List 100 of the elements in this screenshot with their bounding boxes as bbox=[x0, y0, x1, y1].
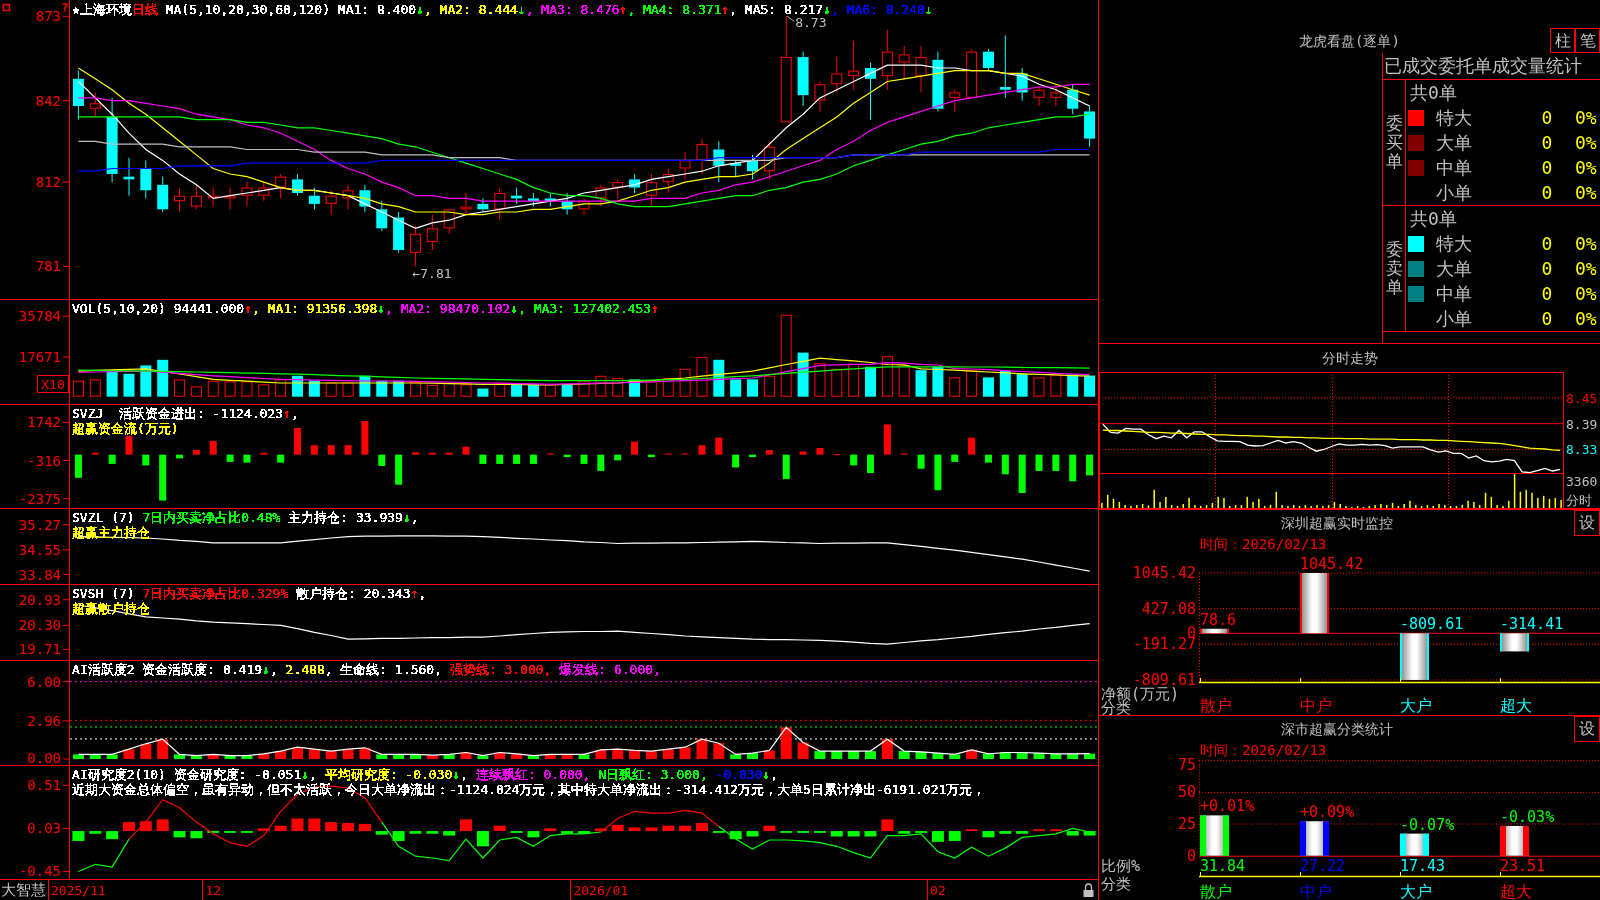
count-value: 0 bbox=[1540, 107, 1554, 128]
candle-body bbox=[1033, 89, 1045, 98]
chart-bar bbox=[968, 437, 976, 455]
chart-bar bbox=[984, 454, 992, 463]
unit-badge: X10 bbox=[37, 375, 69, 393]
candle-body bbox=[679, 160, 691, 169]
axis-label: 35784 bbox=[18, 308, 61, 325]
annotation-text: ←7.81 bbox=[412, 266, 452, 282]
chart-bar bbox=[106, 754, 118, 760]
chart-bar bbox=[72, 754, 84, 760]
chart-bar bbox=[612, 378, 624, 397]
candle-wick bbox=[684, 151, 686, 180]
chart-bar bbox=[763, 825, 776, 832]
candle-wick bbox=[364, 184, 366, 213]
group-label: 委买单 bbox=[1385, 114, 1403, 171]
axis-label: 17671 bbox=[18, 348, 61, 365]
row-label: 特大 bbox=[1436, 107, 1473, 128]
legend-text: , bbox=[309, 767, 318, 782]
chart-bar bbox=[765, 450, 773, 455]
chart-bar bbox=[192, 450, 200, 455]
candle-body bbox=[376, 209, 388, 229]
chart-bar bbox=[816, 448, 824, 455]
chart-bar bbox=[747, 379, 759, 397]
chart-bar bbox=[612, 749, 624, 760]
chart-bar bbox=[89, 379, 101, 397]
count-value: 0 bbox=[1540, 233, 1554, 254]
candle-wick bbox=[1021, 67, 1023, 102]
view-button[interactable]: 柱 bbox=[1550, 28, 1575, 53]
candle-wick bbox=[667, 168, 669, 194]
help-button[interactable]: ? bbox=[61, 0, 69, 15]
legend-text: 强势线: 3.000, bbox=[449, 662, 553, 677]
candle-wick bbox=[650, 173, 652, 208]
chart-bar bbox=[426, 831, 439, 834]
legend-text: ↓ bbox=[452, 767, 461, 782]
chart-bar bbox=[730, 754, 742, 760]
candle-body bbox=[140, 168, 152, 191]
candle-wick bbox=[1004, 34, 1006, 99]
candle-wick bbox=[937, 51, 939, 112]
legend-text: , MA4: 8.371 bbox=[627, 2, 722, 17]
legend-text: , MA3: 8.476 bbox=[525, 2, 620, 17]
value-label: 17.43 bbox=[1400, 857, 1446, 875]
value-label: 27.22 bbox=[1300, 857, 1346, 875]
chart-bar bbox=[207, 754, 219, 760]
legend-text: ↑ bbox=[244, 301, 252, 316]
candle-body bbox=[527, 198, 539, 202]
chart-bar bbox=[376, 754, 388, 760]
chart-bar bbox=[799, 451, 807, 455]
legend-text: ↑ bbox=[410, 586, 419, 601]
chart-bar bbox=[1033, 377, 1045, 397]
chart-bar bbox=[462, 446, 470, 455]
candle-body bbox=[207, 195, 219, 199]
legend-text: ↑ bbox=[283, 406, 291, 421]
legend-text: ★上海环境 bbox=[72, 2, 132, 17]
candle-body bbox=[848, 70, 860, 77]
candle-body bbox=[190, 195, 202, 207]
chart-bar bbox=[578, 831, 590, 834]
axis-label: 1045.42 bbox=[1132, 564, 1196, 582]
candle-body bbox=[629, 179, 641, 188]
view-button[interactable]: 笔 bbox=[1575, 28, 1600, 53]
candle-wick bbox=[903, 45, 905, 80]
chart-bar bbox=[494, 752, 506, 760]
candle-body bbox=[544, 198, 556, 202]
chart-bar bbox=[477, 755, 489, 760]
chart-bar bbox=[106, 370, 118, 397]
axis-label: 0.03 bbox=[27, 820, 61, 837]
candle-wick bbox=[280, 173, 282, 199]
chart-bar bbox=[1300, 821, 1329, 856]
legend-text: , MA2: 8.444 bbox=[423, 2, 518, 17]
chart-bar bbox=[662, 825, 675, 832]
chart-bar bbox=[1050, 374, 1062, 397]
chart-bar bbox=[443, 831, 456, 836]
legend-text: ↓ bbox=[301, 767, 310, 782]
chart-bar bbox=[814, 363, 826, 397]
candle-wick bbox=[212, 187, 214, 208]
chart-title: 深圳超赢实时监控 bbox=[1279, 514, 1394, 533]
candle-body bbox=[713, 149, 725, 166]
chart-bar bbox=[361, 420, 369, 455]
chart-bar bbox=[1067, 374, 1079, 397]
percent-value: 0% bbox=[1575, 107, 1597, 128]
legend-text: N日飘红: 3.000, bbox=[598, 767, 709, 782]
candle-body bbox=[578, 201, 590, 210]
legend-text: SVZL (7) bbox=[72, 510, 136, 525]
candle-wick bbox=[415, 225, 416, 267]
settings-button[interactable]: 设 bbox=[1574, 510, 1600, 536]
chart-bar bbox=[159, 454, 167, 501]
chart-bar bbox=[865, 366, 876, 397]
chart-bar bbox=[782, 454, 790, 480]
lock-icon bbox=[1083, 883, 1094, 897]
chart-bar bbox=[797, 742, 809, 760]
candle-wick bbox=[330, 189, 332, 216]
settings-button[interactable]: 设 bbox=[1574, 716, 1600, 742]
row-label: 大单 bbox=[1436, 258, 1473, 279]
chart-bar bbox=[409, 831, 422, 834]
legend-text: ↓ bbox=[510, 301, 519, 316]
candle-body bbox=[780, 57, 792, 123]
chart-bar bbox=[342, 382, 354, 397]
value-label: 31.84 bbox=[1200, 857, 1246, 875]
candle-body bbox=[730, 163, 742, 166]
chart-bar bbox=[867, 454, 874, 473]
candle-wick bbox=[381, 200, 383, 232]
